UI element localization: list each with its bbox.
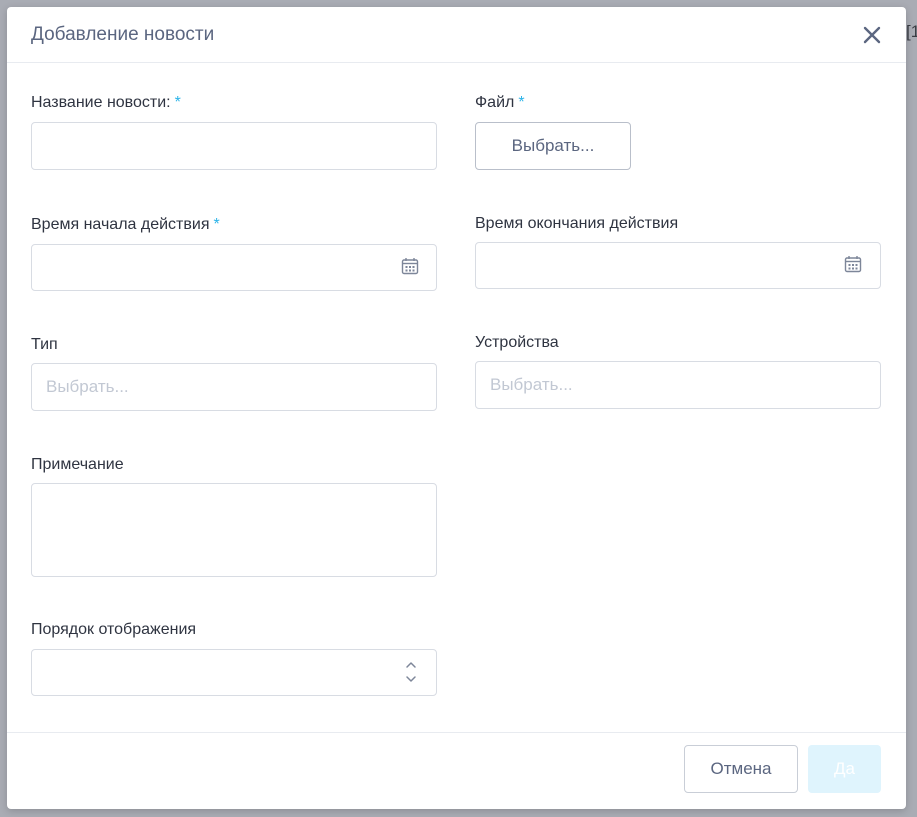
display-order-input[interactable]: [31, 649, 437, 696]
stepper-down-button[interactable]: [404, 672, 418, 687]
end-time-label: Время окончания действия: [475, 215, 679, 232]
news-name-input[interactable]: [31, 122, 437, 170]
devices-label: Устройства: [475, 334, 559, 351]
start-time-input[interactable]: [31, 244, 437, 291]
note-textarea[interactable]: [31, 483, 437, 577]
note-label: Примечание: [31, 456, 124, 473]
close-button[interactable]: [858, 21, 886, 49]
stepper-up-button[interactable]: [404, 657, 418, 672]
file-label: Файл *: [475, 94, 525, 111]
display-order-label: Порядок отображения: [31, 621, 197, 638]
background-edge-text: [1: [906, 22, 917, 41]
end-time-input[interactable]: [475, 242, 881, 289]
required-mark: *: [518, 94, 525, 111]
calendar-icon[interactable]: [401, 257, 419, 275]
number-stepper: [404, 657, 418, 687]
required-mark: *: [213, 216, 220, 233]
devices-select[interactable]: [475, 361, 881, 409]
confirm-button[interactable]: Да: [808, 745, 881, 793]
dialog-header: Добавление новости: [7, 7, 906, 63]
news-name-label: Название новости: *: [31, 94, 181, 111]
chevron-up-icon: [406, 662, 416, 668]
start-time-label: Время начала действия *: [31, 216, 220, 233]
type-select[interactable]: [31, 363, 437, 411]
dialog-footer: Отмена Да: [7, 732, 906, 809]
dialog-title: Добавление новости: [31, 24, 215, 45]
file-choose-button[interactable]: Выбрать...: [475, 122, 631, 170]
chevron-down-icon: [406, 676, 416, 682]
add-news-dialog: Добавление новости Название новости: * Фа…: [7, 7, 906, 809]
close-icon: [863, 26, 881, 44]
cancel-button[interactable]: Отмена: [684, 745, 798, 793]
type-label: Тип: [31, 336, 58, 353]
required-mark: *: [174, 94, 181, 111]
calendar-icon[interactable]: [844, 255, 862, 273]
